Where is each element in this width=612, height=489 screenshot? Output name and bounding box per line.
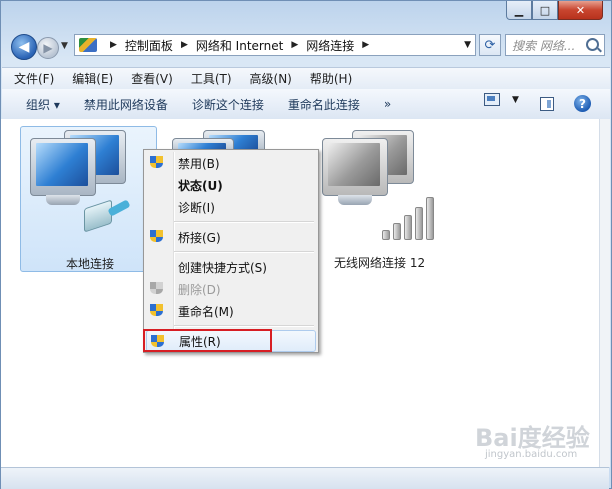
menu-tools[interactable]: 工具(T) (179, 70, 238, 87)
menu-item-label: 删除(D) (178, 282, 221, 297)
details-pane (1, 467, 609, 489)
rename-button[interactable]: 重命名此连接 (276, 96, 372, 113)
help-icon: ? (579, 96, 586, 111)
context-menu: 禁用(B) 状态(U) 诊断(I) 桥接(G) 创建快捷方式(S) 删除(D) … (143, 149, 319, 353)
watermark-logo: Bai度经验 (475, 424, 590, 452)
breadcrumb-network-internet[interactable]: 网络和 Internet (196, 37, 283, 54)
disable-device-button[interactable]: 禁用此网络设备 (72, 96, 180, 113)
control-panel-icon (79, 38, 97, 52)
breadcrumb-separator[interactable]: ▶ (291, 40, 298, 50)
breadcrumb-separator[interactable]: ▶ (110, 40, 117, 50)
breadcrumb-separator[interactable]: ▶ (362, 40, 369, 50)
help-button[interactable]: ? (574, 95, 591, 112)
forward-arrow-icon: ▶ (43, 41, 53, 55)
menu-item-label: 创建快捷方式(S) (178, 260, 267, 275)
menu-bar: 文件(F) 编辑(E) 查看(V) 工具(T) 高级(N) 帮助(H) (2, 67, 610, 89)
menu-advanced[interactable]: 高级(N) (238, 70, 298, 87)
vertical-scrollbar[interactable] (599, 119, 610, 467)
search-placeholder: 搜索 网络... (512, 38, 576, 53)
organize-button[interactable]: 组织 ▾ (2, 96, 72, 113)
back-arrow-icon: ◀ (18, 39, 30, 55)
menu-separator (174, 221, 314, 223)
menu-item-bridge[interactable]: 桥接(G) (146, 226, 316, 248)
refresh-button[interactable]: ⟳ (479, 34, 501, 56)
diagnose-button[interactable]: 诊断这个连接 (180, 96, 276, 113)
connection-label: 本地连接 (66, 257, 115, 271)
minimize-button[interactable]: ▁ (506, 1, 532, 20)
uac-shield-icon (150, 304, 163, 318)
menu-item-disable[interactable]: 禁用(B) (146, 152, 316, 174)
search-icon (586, 38, 599, 51)
menu-item-rename[interactable]: 重命名(M) (146, 300, 316, 322)
view-dropdown-icon: ▼ (512, 94, 519, 105)
recent-pages-dropdown[interactable]: ▼ (61, 41, 68, 51)
refresh-icon: ⟳ (484, 37, 496, 53)
command-bar: 组织 ▾ 禁用此网络设备 诊断这个连接 重命名此连接 » ▼ ? (2, 89, 610, 120)
uac-shield-icon (150, 230, 163, 244)
back-button[interactable]: ◀ (11, 34, 37, 60)
menu-item-label: 重命名(M) (178, 304, 234, 319)
watermark-url: jingyan.baidu.com (485, 449, 578, 460)
menu-separator (174, 325, 314, 327)
signal-bars-icon (382, 196, 444, 240)
search-input[interactable]: 搜索 网络... (505, 34, 605, 56)
menu-file[interactable]: 文件(F) (2, 70, 60, 87)
maximize-button[interactable]: □ (532, 1, 558, 20)
menu-item-status[interactable]: 状态(U) (146, 174, 316, 196)
navigation-bar: ◀ ▶ ▼ ▶ 控制面板 ▶ 网络和 Internet ▶ 网络连接 ▶ ▼ ⟳… (7, 31, 605, 61)
menu-item-diagnose[interactable]: 诊断(I) (146, 196, 316, 218)
uac-shield-icon (150, 282, 163, 296)
menu-edit[interactable]: 编辑(E) (60, 70, 119, 87)
menu-item-create-shortcut[interactable]: 创建快捷方式(S) (146, 256, 316, 278)
view-icon (484, 93, 500, 106)
menu-item-label: 状态(U) (178, 178, 223, 193)
uac-shield-icon (150, 156, 163, 170)
menu-item-label: 桥接(G) (178, 230, 221, 245)
breadcrumb-control-panel[interactable]: 控制面板 (125, 37, 173, 54)
forward-button[interactable]: ▶ (37, 37, 59, 59)
close-button[interactable]: ✕ (558, 1, 603, 20)
baidu-watermark: Bai度经验 jingyan.baidu.com (455, 418, 595, 466)
preview-pane-button[interactable] (540, 97, 554, 111)
highlight-annotation-box (143, 329, 272, 352)
breadcrumb-network-connections[interactable]: 网络连接 (306, 37, 354, 54)
menu-item-delete: 删除(D) (146, 278, 316, 300)
menu-help[interactable]: 帮助(H) (298, 70, 358, 87)
menu-item-label: 诊断(I) (178, 200, 215, 215)
caption-buttons: ▁ □ ✕ (506, 1, 603, 20)
menu-item-label: 禁用(B) (178, 156, 220, 171)
more-commands-button[interactable]: » (372, 97, 403, 111)
address-dropdown-icon[interactable]: ▼ (464, 40, 471, 50)
connection-label: 无线网络连接 12 (334, 256, 426, 270)
breadcrumb-separator[interactable]: ▶ (181, 40, 188, 50)
change-view-button[interactable]: ▼ (484, 93, 519, 106)
menu-view[interactable]: 查看(V) (119, 70, 179, 87)
ethernet-plug-icon (80, 198, 131, 233)
menu-separator (174, 251, 314, 253)
address-bar[interactable]: ▶ 控制面板 ▶ 网络和 Internet ▶ 网络连接 ▶ ▼ (74, 34, 476, 56)
